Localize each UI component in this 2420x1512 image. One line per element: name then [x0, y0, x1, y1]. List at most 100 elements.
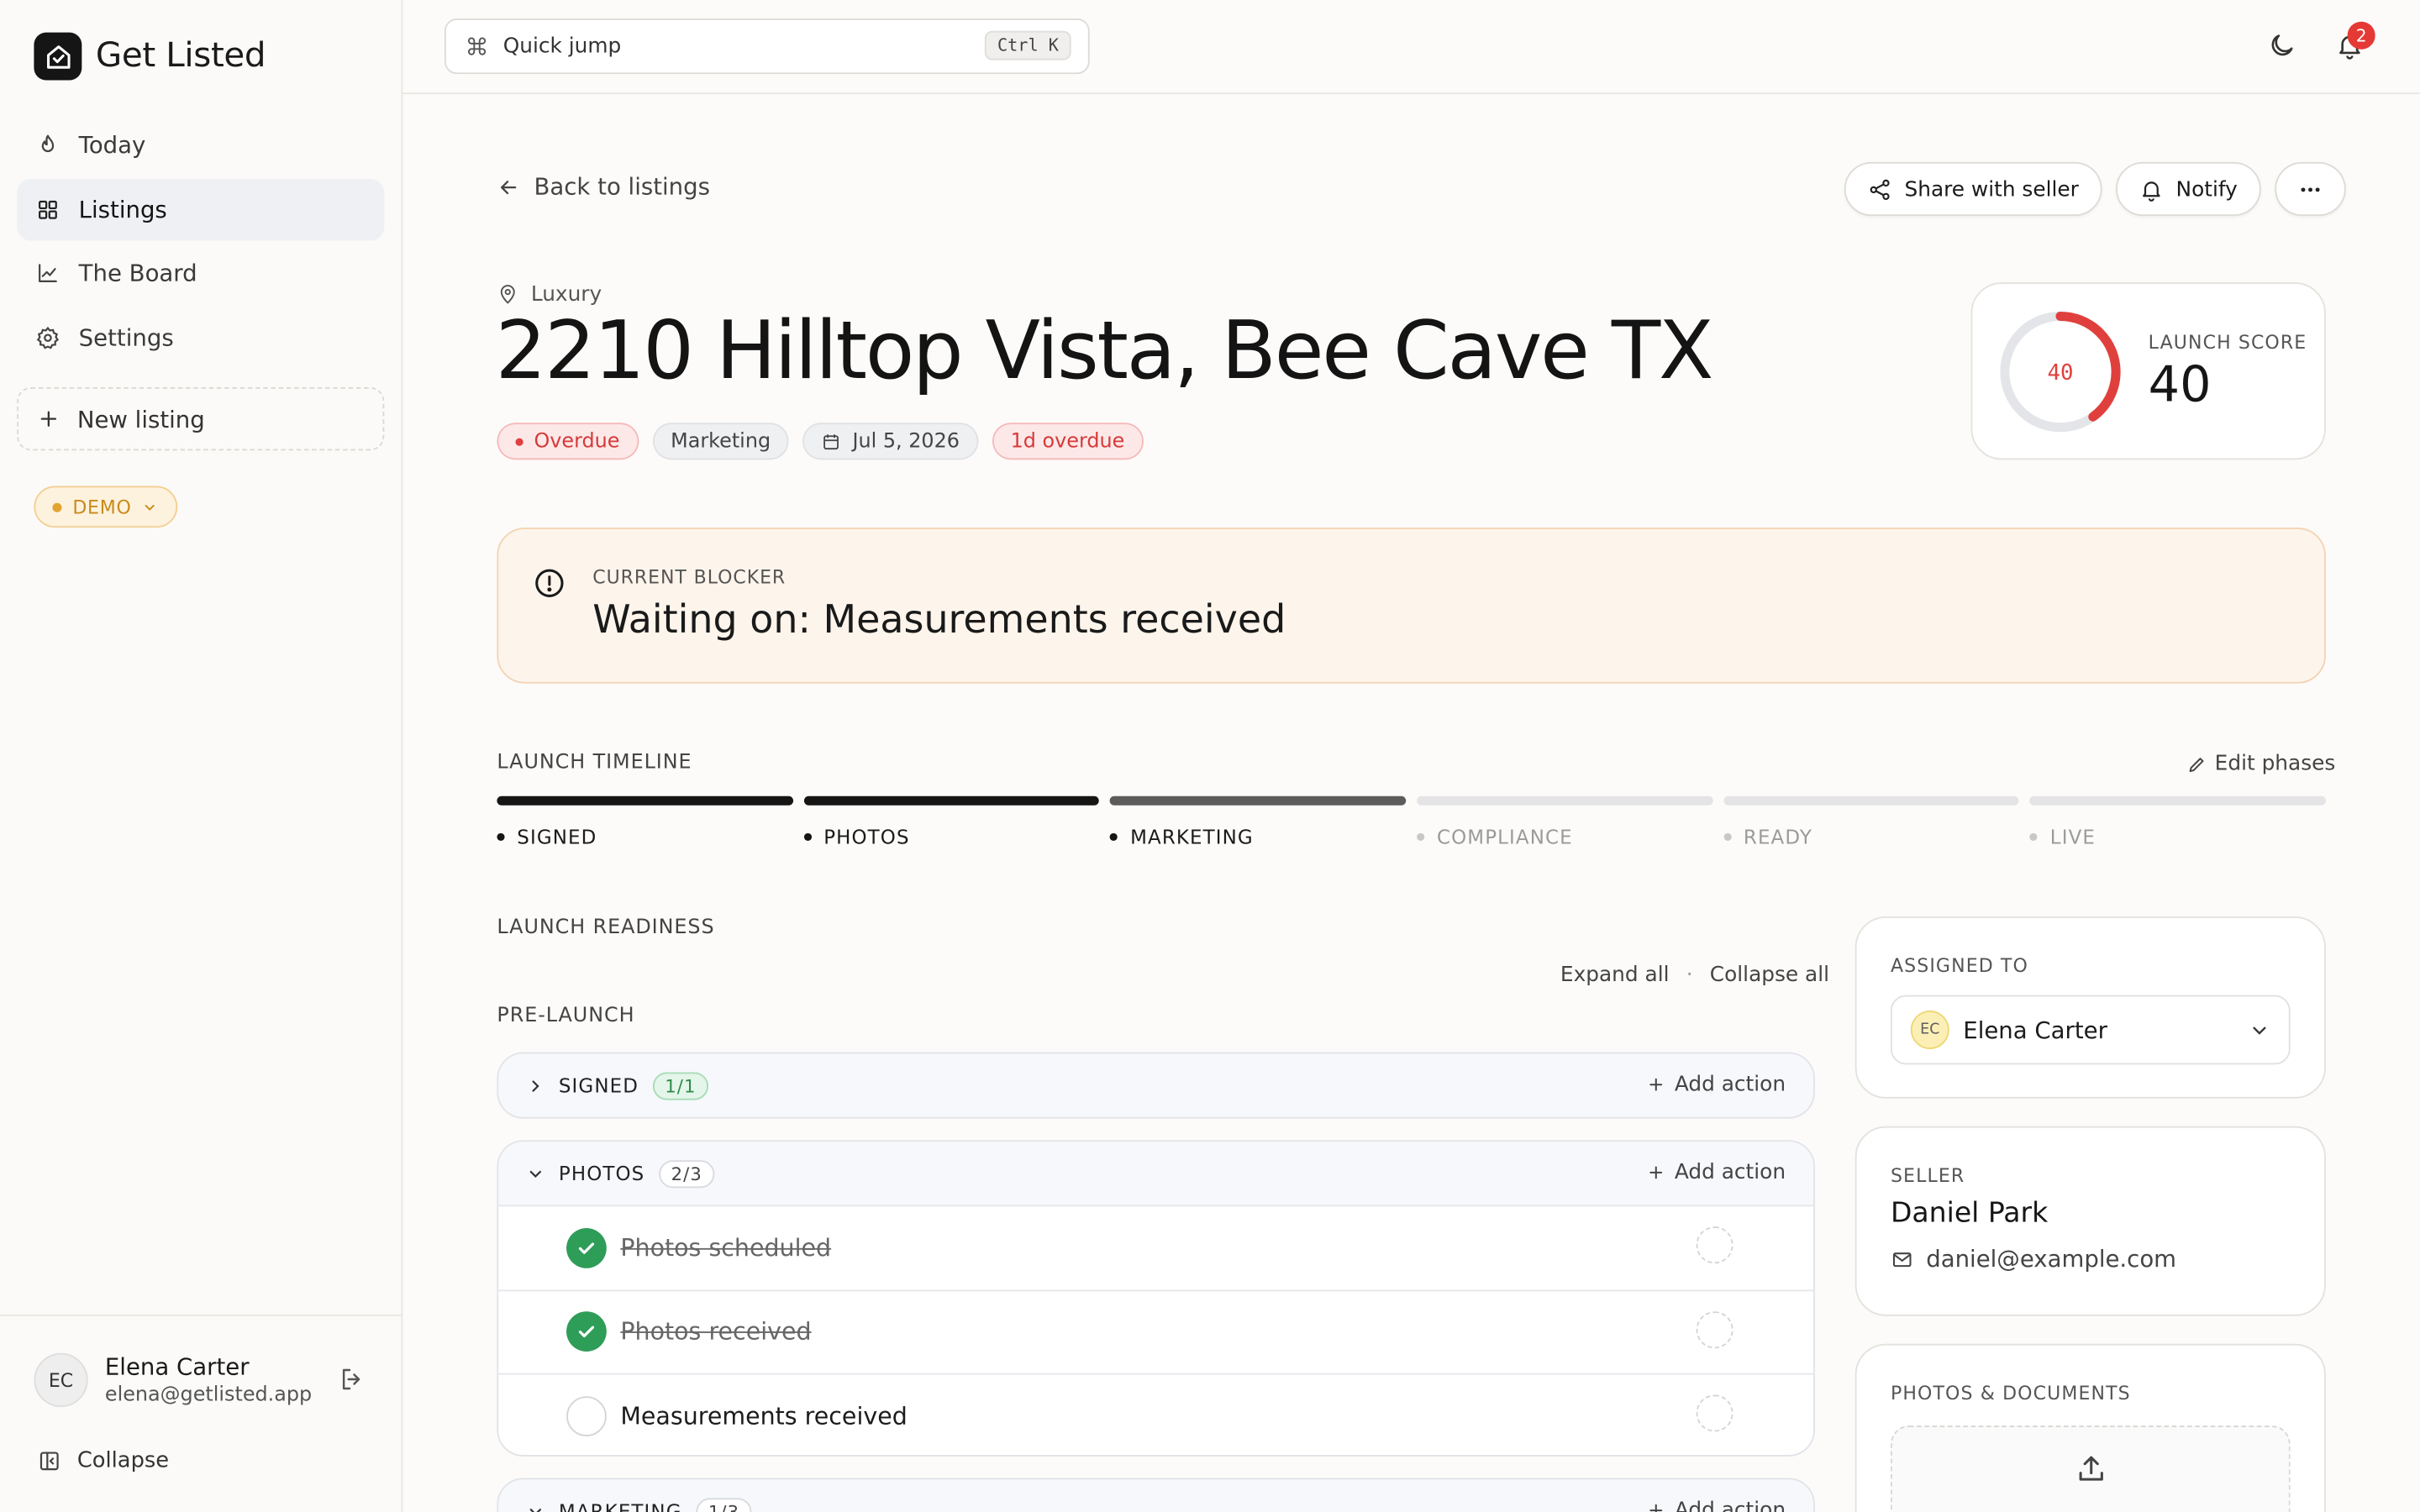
- phase-label: PHOTOS: [823, 825, 910, 849]
- phase-ready[interactable]: READY: [1723, 795, 2020, 848]
- share-with-seller-button[interactable]: Share with seller: [1844, 161, 2102, 217]
- page-title: 2210 Hilltop Vista, Bee Cave TX: [495, 305, 1714, 398]
- phase-signed[interactable]: SIGNED: [497, 795, 793, 848]
- bell-icon: [2142, 181, 2160, 201]
- pencil-icon: [2189, 757, 2204, 772]
- phase-bar: [2029, 795, 2326, 806]
- sidebar-item-listings[interactable]: Listings: [17, 178, 385, 240]
- group-name: MARKETING: [558, 1499, 682, 1512]
- task-title[interactable]: Photos received: [620, 1318, 811, 1346]
- group-name: PHOTOS: [558, 1162, 645, 1185]
- theme-toggle-moon-icon[interactable]: [2267, 31, 2296, 66]
- demo-dot: [52, 501, 62, 512]
- seller-label: SELLER: [1890, 1164, 1965, 1187]
- group-count-badge: 2/3: [658, 1159, 715, 1188]
- check-icon: [578, 1242, 595, 1254]
- phase-bar: [803, 795, 1100, 806]
- task-title[interactable]: Measurements received: [620, 1402, 907, 1430]
- gear-icon: [36, 326, 60, 349]
- command-icon: [467, 37, 487, 55]
- phase-dot: [497, 832, 505, 842]
- collapse-all-button[interactable]: Collapse all: [1710, 963, 1829, 987]
- edit-phases-button[interactable]: Edit phases: [2187, 751, 2335, 776]
- task-checkbox[interactable]: [566, 1395, 607, 1436]
- phase-bar: [1110, 795, 1407, 806]
- add-action-label: Add action: [1674, 1160, 1786, 1185]
- back-to-listings-link[interactable]: Back to listings: [497, 173, 710, 201]
- more-options-button[interactable]: [2274, 161, 2346, 217]
- sidebar-item-the-board[interactable]: The Board: [17, 242, 384, 303]
- launch-score-value: 40: [2148, 354, 2212, 414]
- notify-button[interactable]: Notify: [2115, 161, 2261, 217]
- add-action-button[interactable]: Add action: [1647, 1073, 1786, 1097]
- phase-label: COMPLIANCE: [1436, 825, 1573, 849]
- seller-email-link[interactable]: daniel@example.com: [1891, 1245, 2176, 1273]
- task-assignee-placeholder[interactable]: [1696, 1226, 1733, 1264]
- collapse-button[interactable]: Collapse: [37, 1449, 169, 1473]
- seller-name: Daniel Park: [1890, 1197, 2049, 1230]
- current-blocker-banner: CURRENT BLOCKER Waiting on: Measurements…: [497, 528, 2326, 684]
- group-name: SIGNED: [558, 1074, 639, 1097]
- phase-badge: Marketing: [652, 423, 790, 460]
- plus-icon: [1649, 1504, 1663, 1512]
- task-row: Measurements received: [498, 1373, 1814, 1455]
- upload-icon: [2079, 1456, 2103, 1481]
- photos-documents-label: PHOTOS & DOCUMENTS: [1890, 1382, 2131, 1404]
- share-label: Share with seller: [1904, 176, 2079, 202]
- task-checkbox[interactable]: [566, 1227, 607, 1268]
- mail-icon: [1892, 1252, 1912, 1267]
- brand[interactable]: Get Listed: [34, 32, 266, 81]
- demo-label: DEMO: [72, 496, 132, 518]
- phase-marketing[interactable]: MARKETING: [1110, 795, 1407, 848]
- user-profile[interactable]: EC Elena Carter elena@getlisted.app: [34, 1352, 312, 1408]
- phase-label: Marketing: [671, 429, 771, 454]
- add-action-button[interactable]: Add action: [1647, 1498, 1786, 1512]
- upload-dropzone[interactable]: [1890, 1425, 2291, 1512]
- quick-jump-placeholder: Quick jump: [502, 34, 622, 59]
- group-header[interactable]: PHOTOS 2/3 Add action: [498, 1142, 1814, 1205]
- group-marketing: MARKETING 1/3 Add action: [497, 1478, 1815, 1512]
- chevron-down-icon: [145, 504, 155, 511]
- separator: ·: [1686, 963, 1693, 988]
- launch-score-label: LAUNCH SCORE: [2148, 331, 2307, 354]
- category-label: Luxury: [530, 282, 602, 307]
- overdue-badge: 1d overdue: [992, 423, 1144, 460]
- task-assignee-placeholder[interactable]: [1696, 1310, 1733, 1348]
- group-signed: SIGNED 1/1 Add action: [497, 1052, 1815, 1119]
- phase-bar: [497, 795, 793, 806]
- task-title[interactable]: Photos scheduled: [620, 1234, 831, 1262]
- group-header[interactable]: MARKETING 1/3 Add action: [498, 1479, 1814, 1512]
- phase-dot: [1110, 832, 1118, 842]
- assignee-select[interactable]: EC Elena Carter: [1890, 995, 2291, 1065]
- launch-readiness-label: LAUNCH READINESS: [497, 916, 715, 940]
- phase-live[interactable]: LIVE: [2029, 795, 2326, 848]
- chevron-down-icon: [529, 1169, 541, 1178]
- notifications-button[interactable]: 2: [2335, 21, 2375, 66]
- listing-category: Luxury: [497, 282, 602, 307]
- topbar: Quick jump Ctrl K 2: [402, 0, 2420, 95]
- shortcut-hint: Ctrl K: [985, 30, 1071, 60]
- task-row: Photos received: [498, 1289, 1814, 1373]
- phase-photos[interactable]: PHOTOS: [803, 795, 1100, 849]
- add-action-button[interactable]: Add action: [1647, 1160, 1786, 1185]
- sidebar-item-label: Today: [78, 131, 146, 160]
- group-count-badge: 1/1: [652, 1071, 709, 1100]
- chevron-down-icon: [2253, 1026, 2266, 1035]
- phase-dot: [803, 832, 812, 842]
- phase-compliance[interactable]: COMPLIANCE: [1417, 795, 1713, 849]
- launch-timeline-label: LAUNCH TIMELINE: [497, 751, 692, 775]
- sidebar-item-settings[interactable]: Settings: [17, 307, 384, 368]
- expand-all-button[interactable]: Expand all: [1560, 963, 1670, 987]
- quick-jump-input[interactable]: Quick jump Ctrl K: [444, 18, 1090, 75]
- task-assignee-placeholder[interactable]: [1696, 1394, 1733, 1432]
- new-listing-button[interactable]: New listing: [17, 387, 385, 451]
- stage-label: PRE-LAUNCH: [497, 1004, 635, 1028]
- listing-chips: Overdue Marketing Jul 5, 2026 1d overdue: [497, 423, 1144, 460]
- seller-email: daniel@example.com: [1926, 1245, 2177, 1273]
- assigned-to-card: ASSIGNED TO EC Elena Carter: [1854, 916, 2326, 1099]
- task-checkbox[interactable]: [566, 1311, 607, 1352]
- sidebar-item-today[interactable]: Today: [17, 114, 384, 176]
- group-header[interactable]: SIGNED 1/1 Add action: [498, 1053, 1814, 1117]
- demo-badge[interactable]: DEMO: [34, 486, 178, 528]
- logout-icon[interactable]: [338, 1365, 366, 1399]
